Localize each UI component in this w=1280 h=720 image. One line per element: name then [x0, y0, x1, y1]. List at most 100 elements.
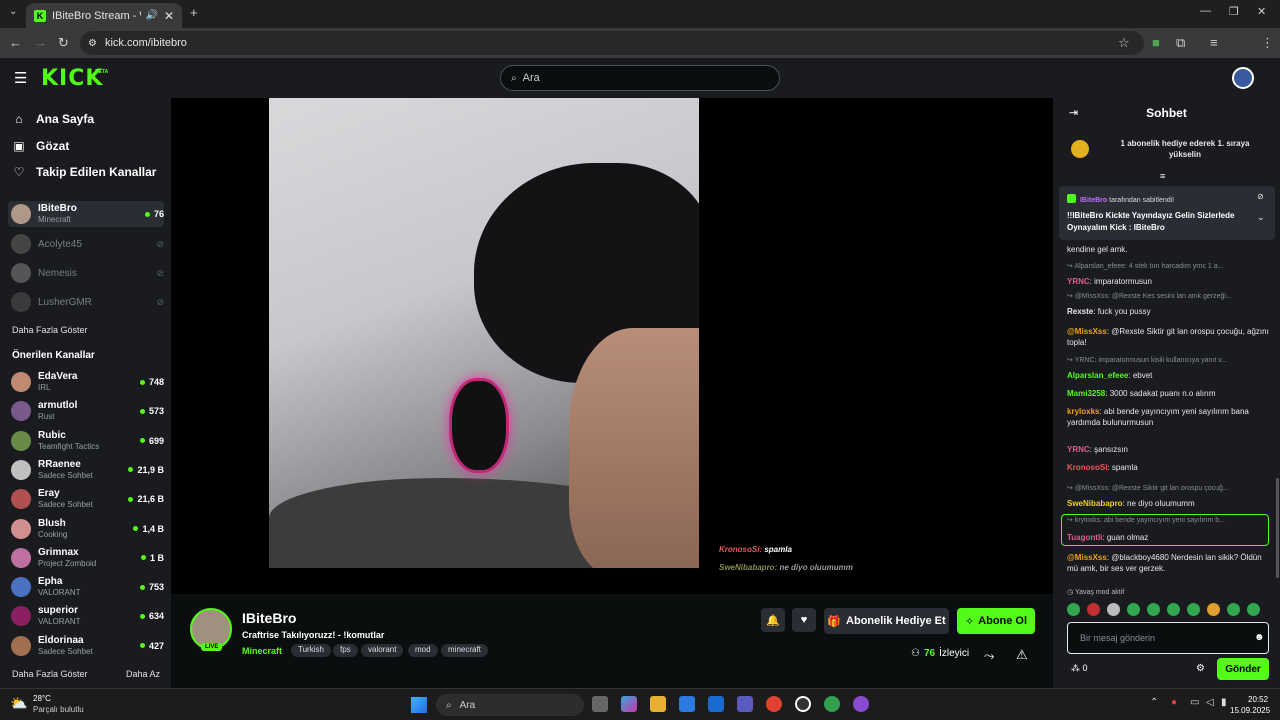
chrome-profile-2-icon[interactable] [853, 696, 869, 712]
back-icon[interactable]: ← [9, 35, 22, 50]
emote-icon[interactable] [1107, 603, 1120, 616]
chat-username[interactable]: Mami3258 [1067, 389, 1105, 398]
chat-username[interactable]: kryloxks [1067, 407, 1099, 416]
emote-icon[interactable] [1167, 603, 1180, 616]
send-button[interactable]: Gönder [1217, 658, 1269, 680]
tag-fps[interactable]: fps [333, 644, 358, 657]
show-more-recommended[interactable]: Daha Fazla Göster [12, 669, 88, 679]
chat-username[interactable]: @MissXss [1067, 553, 1107, 562]
chat-scrollbar[interactable] [1276, 478, 1279, 578]
copilot-icon[interactable] [621, 696, 637, 712]
user-avatar[interactable] [1232, 67, 1254, 89]
follow-heart-button[interactable]: ♥ [792, 608, 816, 632]
hamburger-menu-icon[interactable]: ☰ [14, 69, 27, 87]
emote-icon[interactable] [1227, 603, 1240, 616]
file-explorer-icon[interactable] [650, 696, 666, 712]
clock-time[interactable]: 20:52 [1248, 695, 1268, 704]
site-info-icon[interactable]: ⚙ [88, 38, 97, 49]
nav-home[interactable]: ⌂ Ana Sayfa [12, 112, 94, 126]
chat-username[interactable]: YRNC [1067, 277, 1090, 286]
teams-icon[interactable] [737, 696, 753, 712]
chat-username[interactable]: SweNibabapro [1067, 499, 1123, 508]
emote-icon[interactable] [1207, 603, 1220, 616]
mic-icon[interactable]: ● [1171, 697, 1177, 708]
chrome-profile-icon[interactable] [824, 696, 840, 712]
extension-icon[interactable]: ■ [1152, 35, 1160, 50]
emote-icon[interactable] [1087, 603, 1100, 616]
notification-bell-button[interactable]: 🔔 [761, 608, 785, 632]
chat-username[interactable]: KronosoSi [1067, 463, 1107, 472]
tag-turkish[interactable]: Turkish [291, 644, 331, 657]
tag-minecraft[interactable]: minecraft [441, 644, 488, 657]
tab-close-icon[interactable]: ✕ [164, 9, 174, 23]
minimize-icon[interactable]: — [1200, 5, 1211, 17]
followed-channel-lushergmr[interactable]: LusherGMR ⊘ [8, 289, 164, 315]
unpin-icon[interactable]: ⊘ [1257, 192, 1264, 201]
tray-chevron-icon[interactable]: ⌃ [1150, 697, 1158, 708]
video-player[interactable]: KronosoSi: spamla SweNibabapro: ne diyo … [171, 98, 1053, 594]
gift-sub-button[interactable]: 🎁 Abonelik Hediye Et [824, 608, 949, 634]
show-less[interactable]: Daha Az [126, 669, 160, 679]
pinned-message[interactable]: IBiteBro tarafından sabitlendi! !!IBiteB… [1059, 186, 1275, 240]
followed-channel-acolyte45[interactable]: Acolyte45 ⊘ [8, 231, 164, 257]
report-icon[interactable]: ⚠ [1016, 647, 1028, 663]
window-close-icon[interactable]: ✕ [1257, 5, 1266, 18]
reload-icon[interactable]: ↻ [58, 35, 69, 51]
chat-input[interactable]: Bir mesaj gönderin ☻ [1067, 622, 1269, 654]
app-icon[interactable] [795, 696, 811, 712]
recommended-channel[interactable]: armutlol Rust 573 [8, 398, 164, 424]
browser-tab[interactable]: K IBiteBro Stream - Watch Li... 🔊 ✕ [26, 3, 182, 28]
chat-username[interactable]: @MissXss [1067, 327, 1107, 336]
stream-category[interactable]: Minecraft [242, 646, 282, 656]
recommended-channel[interactable]: Blush Cooking 1,4 B [8, 516, 164, 542]
channel-points[interactable]: ⁂ 0 [1071, 663, 1088, 674]
extensions-puzzle-icon[interactable]: ⧉ [1176, 35, 1185, 51]
filter-icon[interactable]: ≡ [1160, 171, 1165, 181]
battery-icon[interactable]: ▮ [1221, 697, 1227, 708]
chat-settings-icon[interactable]: ⚙ [1196, 663, 1205, 674]
followed-channel-ibitebro[interactable]: IBiteBro Minecraft 76 [8, 201, 164, 227]
emote-icon[interactable] [1187, 603, 1200, 616]
followed-channel-nemesis[interactable]: Nemesis ⊘ [8, 260, 164, 286]
recommended-channel[interactable]: Grimnax Project Zomboid 1 B [8, 545, 164, 571]
tag-valorant[interactable]: valorant [361, 644, 404, 657]
share-icon[interactable]: ⤳ [984, 648, 994, 664]
windows-start-icon[interactable] [411, 697, 427, 713]
show-more-followed[interactable]: Daha Fazla Göster [12, 325, 88, 335]
recommended-channel[interactable]: Epha VALORANT 753 [8, 574, 164, 600]
chevron-down-icon[interactable]: ⌄ [1257, 212, 1265, 223]
recommended-channel[interactable]: EdaVera IRL 748 [8, 369, 164, 395]
emote-icon[interactable] [1127, 603, 1140, 616]
maximize-icon[interactable]: ❐ [1229, 5, 1239, 18]
emote-icon[interactable] [1067, 603, 1080, 616]
streamer-name[interactable]: IBiteBro [242, 610, 296, 626]
store-icon[interactable] [679, 696, 695, 712]
address-bar[interactable]: ⚙ kick.com/ibitebro [80, 31, 1144, 55]
chat-username[interactable]: Alparslan_efeee [1067, 371, 1128, 380]
bookmark-star-icon[interactable]: ☆ [1118, 35, 1130, 51]
tab-search-icon[interactable]: ≡ [1210, 35, 1218, 50]
tag-mod[interactable]: mod [408, 644, 438, 657]
chrome-icon[interactable] [766, 696, 782, 712]
chat-username[interactable]: YRNC [1067, 445, 1090, 454]
volume-icon[interactable]: ◁ [1206, 697, 1214, 708]
outlook-icon[interactable] [708, 696, 724, 712]
recommended-channel[interactable]: Eldorinaa Sadece Sohbet 427 [8, 633, 164, 659]
recommended-channel[interactable]: superior VALORANT 634 [8, 603, 164, 629]
new-tab-icon[interactable]: + [190, 5, 198, 20]
subscribe-button[interactable]: ✧ Abone Ol [957, 608, 1035, 634]
emote-icon[interactable] [1247, 603, 1260, 616]
forward-icon[interactable]: → [34, 35, 47, 50]
nav-browse[interactable]: ▣ Gözat [12, 139, 69, 153]
menu-kebab-icon[interactable]: ⋮ [1261, 35, 1274, 51]
recommended-channel[interactable]: Rubic Teamfight Tactics 699 [8, 428, 164, 454]
leaderboard[interactable]: 1 abonelik hediye ederek 1. sıraya yükse… [1065, 136, 1270, 170]
task-view-icon[interactable] [592, 696, 608, 712]
emoji-icon[interactable]: ☻ [1254, 632, 1265, 643]
taskbar-search[interactable]: ⌕ Ara [436, 694, 584, 716]
tab-list-icon[interactable]: ⌄ [9, 6, 17, 17]
emote-icon[interactable] [1147, 603, 1160, 616]
chat-username[interactable]: Rexste [1067, 307, 1093, 316]
audio-icon[interactable]: 🔊 [145, 10, 157, 21]
clock-date[interactable]: 15.09.2025 [1230, 706, 1270, 715]
